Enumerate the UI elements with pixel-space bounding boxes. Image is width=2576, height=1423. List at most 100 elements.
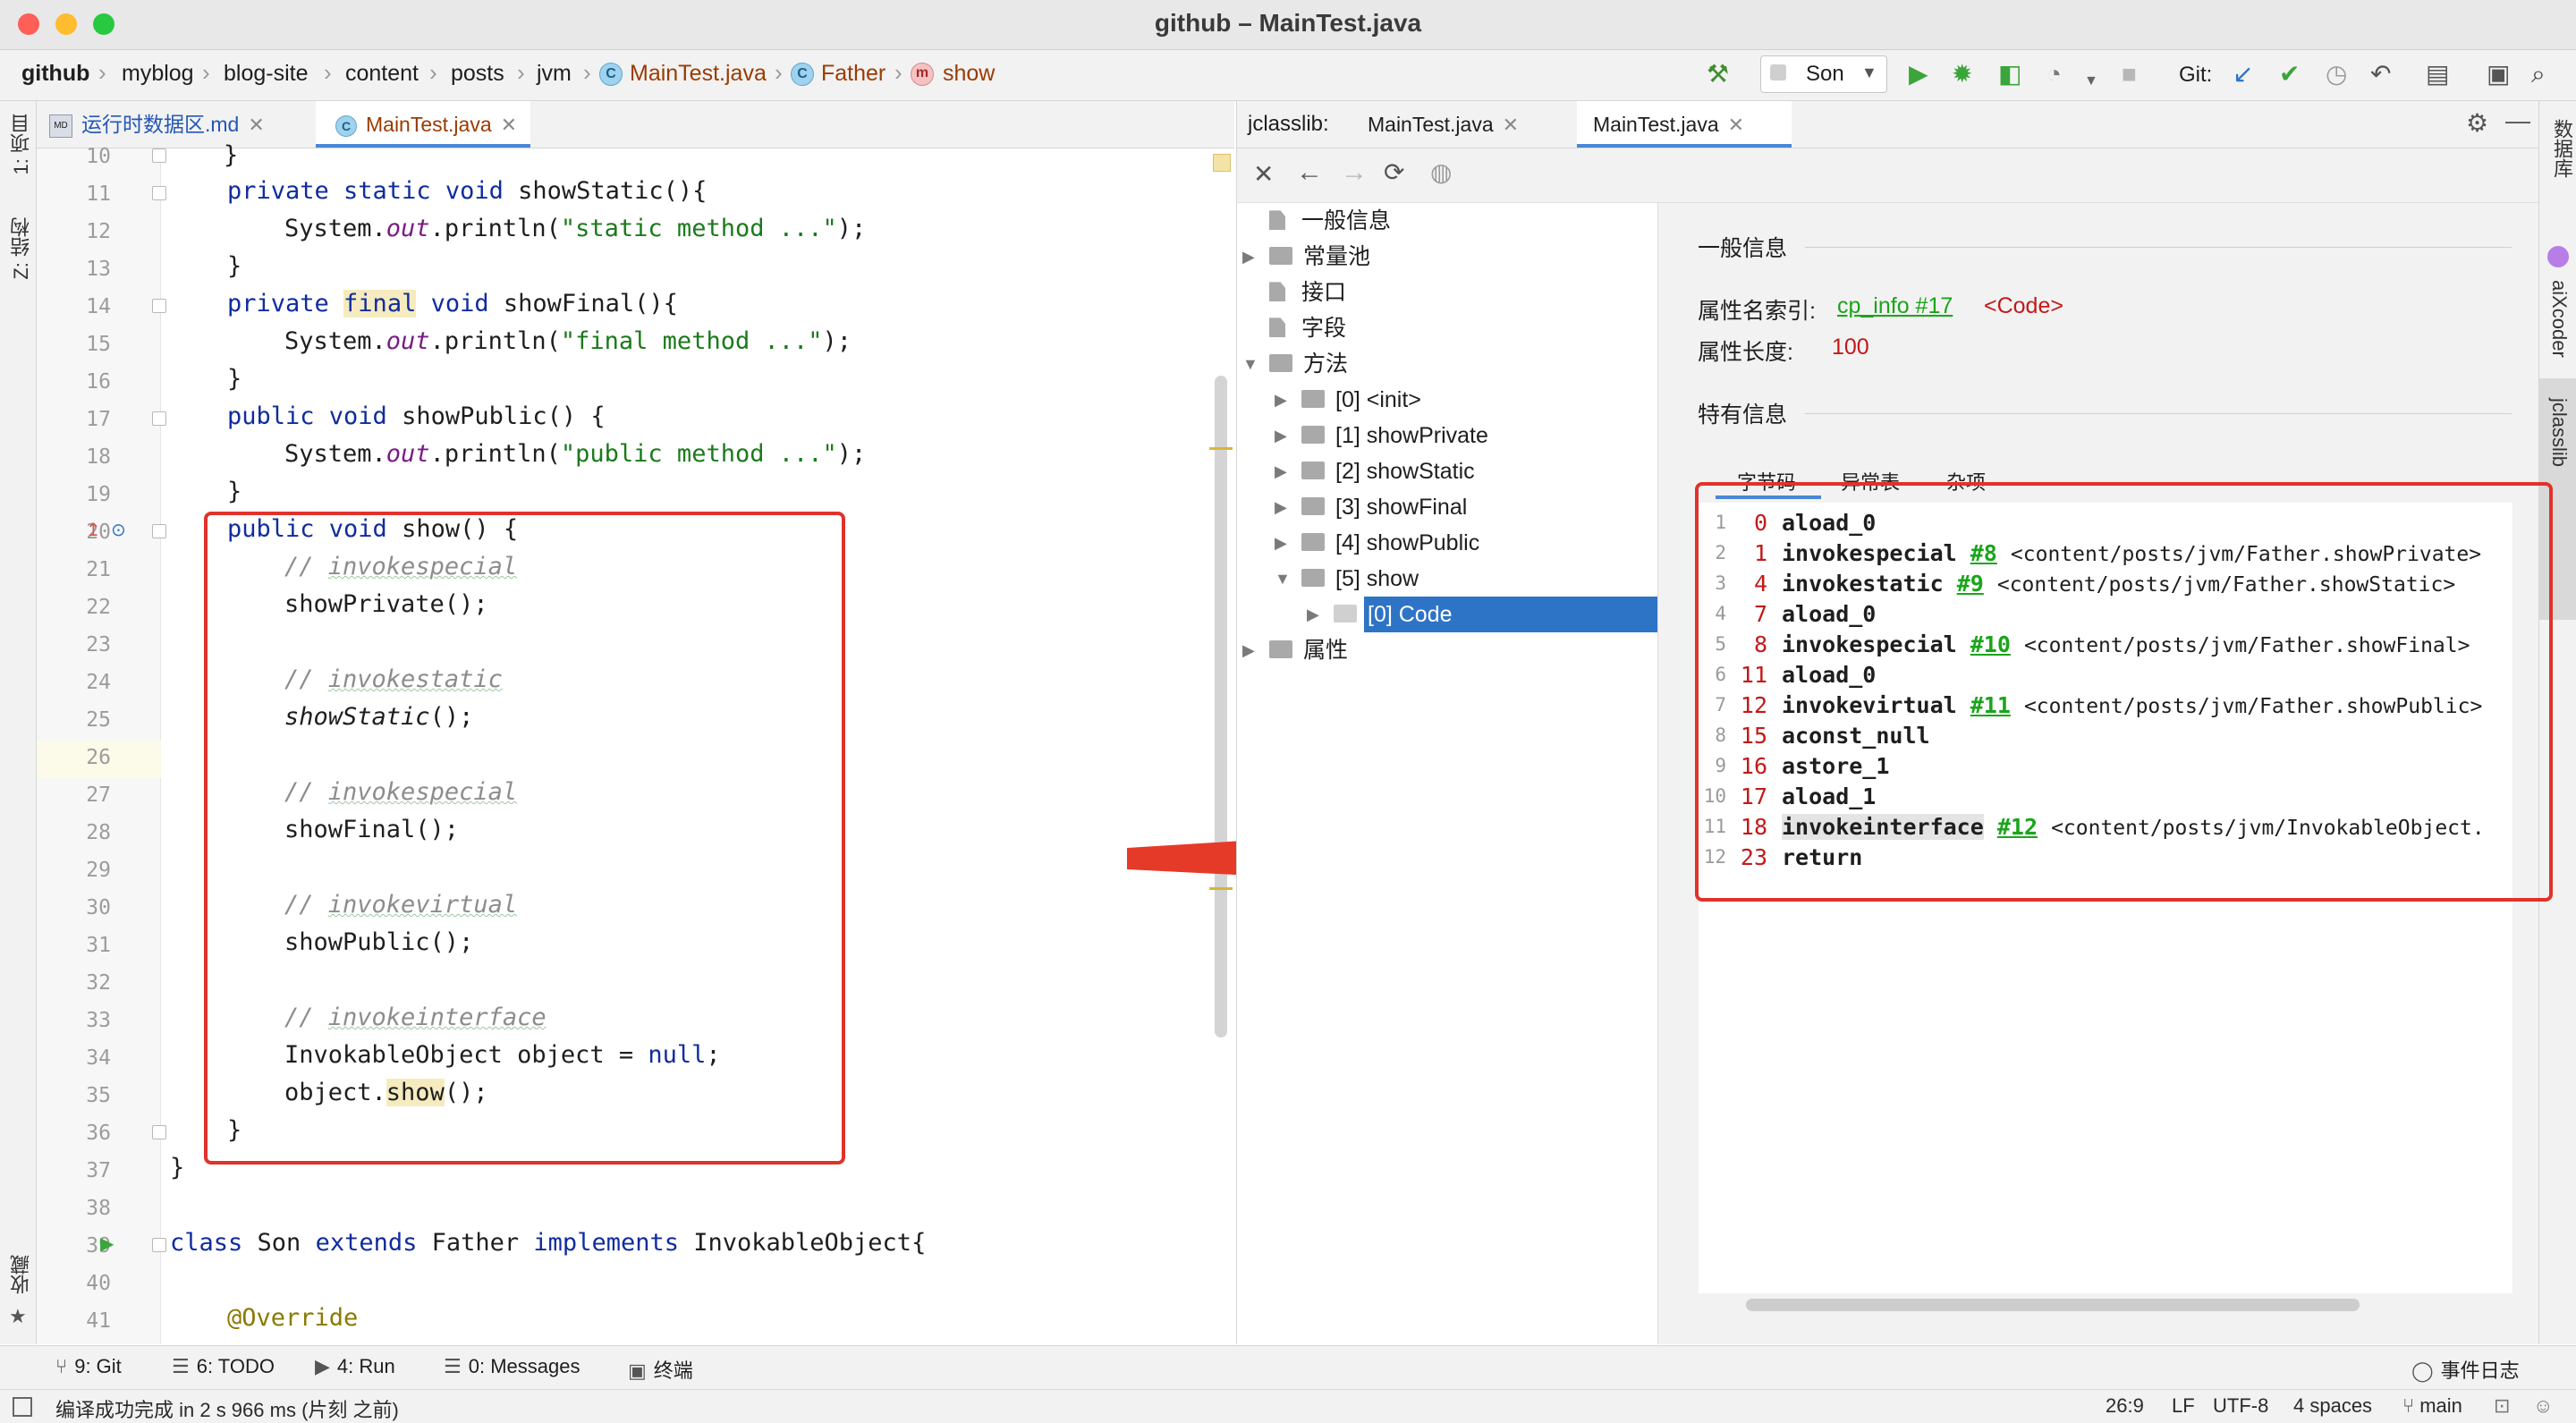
breadcrumb-myblog[interactable]: myblog bbox=[122, 61, 194, 87]
profile-icon[interactable]: ◔ bbox=[2046, 61, 2062, 88]
breadcrumb-jvm[interactable]: jvm bbox=[537, 61, 572, 87]
run-gutter-icon[interactable]: ▶ bbox=[100, 1232, 114, 1255]
tree-node-interfaces[interactable]: 接口 bbox=[1269, 275, 1346, 310]
rollback-icon[interactable]: ↶ bbox=[2370, 61, 2391, 88]
tree-node-method-showpublic[interactable]: ▶ [4] showPublic bbox=[1275, 525, 1479, 561]
breadcrumb-maintest[interactable]: MainTest.java bbox=[630, 61, 767, 87]
tab-maintest-java[interactable]: C MainTest.java ✕ bbox=[316, 101, 530, 148]
file-encoding[interactable]: UTF-8 bbox=[2213, 1394, 2268, 1418]
database-tool-button[interactable]: 数据库 bbox=[2547, 119, 2576, 178]
stop-icon[interactable]: ■ bbox=[2122, 61, 2137, 88]
git-commit-icon[interactable]: ✔ bbox=[2279, 61, 2300, 88]
assistant-icon[interactable]: ☺ bbox=[2533, 1394, 2553, 1418]
attr-name-index-link[interactable]: cp_info #17 bbox=[1837, 293, 1953, 319]
chevron-down-icon[interactable]: ▼ bbox=[1242, 346, 1258, 382]
chevron-down-icon[interactable]: ▼ bbox=[2084, 68, 2098, 95]
messages-tool-button[interactable]: ☰ 0: Messages bbox=[444, 1355, 580, 1378]
tree-node-code[interactable]: ▶ [0] Code bbox=[1307, 597, 1453, 632]
fold-icon[interactable] bbox=[152, 1125, 166, 1139]
fold-icon[interactable] bbox=[152, 186, 166, 200]
git-branch[interactable]: ⑂ main bbox=[2402, 1394, 2462, 1418]
project-structure-icon[interactable]: ▤ bbox=[2426, 61, 2449, 88]
tab-jclasslib-maintest-2[interactable]: MainTest.java ✕ bbox=[1577, 101, 1792, 148]
terminal-panel-icon[interactable]: ▣ bbox=[2487, 61, 2510, 88]
fold-icon[interactable] bbox=[152, 524, 166, 538]
run-tool-button[interactable]: ▶ 4: Run bbox=[315, 1355, 395, 1378]
gear-icon[interactable]: ⚙ bbox=[2466, 108, 2488, 138]
breadcrumb-github[interactable]: github bbox=[21, 61, 89, 87]
terminal-tool-button[interactable]: ▣ 终端 bbox=[628, 1355, 693, 1384]
override-marker-icon[interactable]: ↥ bbox=[86, 519, 101, 541]
tab-jclasslib-maintest-1[interactable]: MainTest.java ✕ bbox=[1368, 101, 1564, 148]
favorites-tool-button[interactable]: 收藏 bbox=[7, 1255, 36, 1294]
line-separator[interactable]: LF bbox=[2172, 1394, 2195, 1418]
implemented-marker-icon[interactable]: ⊙ bbox=[111, 519, 126, 541]
close-icon[interactable]: ✕ bbox=[248, 114, 264, 136]
project-tool-button[interactable]: 1: 项目 bbox=[7, 114, 36, 174]
layout-toggle-icon[interactable] bbox=[13, 1397, 32, 1417]
lock-icon[interactable]: ⊡ bbox=[2494, 1394, 2510, 1418]
back-icon[interactable]: ← bbox=[1296, 157, 1323, 188]
line-number: 21 bbox=[86, 558, 111, 581]
search-icon[interactable]: ⌕ bbox=[2531, 61, 2546, 88]
run-config-dropdown[interactable]: Son ▼ bbox=[1760, 55, 1887, 93]
bytecode-horizontal-scrollbar[interactable] bbox=[1746, 1299, 2360, 1311]
chevron-down-icon[interactable]: ▼ bbox=[1275, 561, 1291, 597]
chevron-right-icon: › bbox=[583, 59, 591, 86]
tree-node-attributes[interactable]: ▶ 属性 bbox=[1242, 632, 1348, 668]
tree-node-fields[interactable]: 字段 bbox=[1269, 310, 1346, 346]
tree-node-constant-pool[interactable]: ▶ 常量池 bbox=[1242, 239, 1370, 275]
build-hammer-icon[interactable]: ⚒ bbox=[1707, 61, 1729, 88]
breadcrumb-content[interactable]: content bbox=[345, 61, 419, 87]
status-message[interactable]: 编译成功完成 in 2 s 966 ms (片刻 之前) bbox=[55, 1394, 399, 1423]
close-icon[interactable]: ✕ bbox=[1728, 114, 1744, 136]
jclasslib-tool-button[interactable]: jclasslib bbox=[2547, 398, 2571, 467]
todo-tool-button[interactable]: ☰ 6: TODO bbox=[172, 1355, 275, 1378]
forward-icon[interactable]: → bbox=[1341, 157, 1368, 188]
inspection-status-icon[interactable] bbox=[1213, 154, 1231, 172]
chevron-right-icon[interactable]: ▶ bbox=[1275, 418, 1287, 453]
debug-icon[interactable]: ✹ bbox=[1952, 61, 1972, 88]
hide-panel-icon[interactable]: — bbox=[2505, 106, 2530, 135]
breadcrumb-father[interactable]: Father bbox=[821, 61, 886, 87]
tree-node-method-showprivate[interactable]: ▶ [1] showPrivate bbox=[1275, 418, 1488, 453]
history-icon[interactable]: ◷ bbox=[2326, 61, 2347, 88]
close-icon[interactable]: ✕ bbox=[1253, 159, 1274, 189]
tree-node-method-init[interactable]: ▶ [0] <init> bbox=[1275, 382, 1421, 418]
tree-node-method-show[interactable]: ▼ [5] show bbox=[1275, 561, 1419, 597]
tree-node-method-showfinal[interactable]: ▶ [3] showFinal bbox=[1275, 489, 1467, 525]
close-icon[interactable]: ✕ bbox=[501, 114, 517, 136]
fold-icon[interactable] bbox=[152, 299, 166, 313]
chevron-right-icon[interactable]: ▶ bbox=[1242, 239, 1255, 275]
breadcrumb-blog-site[interactable]: blog-site bbox=[224, 61, 309, 87]
chevron-right-icon[interactable]: ▶ bbox=[1275, 525, 1287, 561]
refresh-icon[interactable]: ⟳ bbox=[1384, 157, 1404, 187]
close-icon[interactable]: ✕ bbox=[1503, 114, 1519, 136]
chevron-right-icon[interactable]: ▶ bbox=[1275, 453, 1287, 489]
chevron-right-icon[interactable]: ▶ bbox=[1242, 632, 1255, 668]
git-update-icon[interactable]: ↙ bbox=[2233, 61, 2253, 88]
tree-node-general[interactable]: 一般信息 bbox=[1269, 203, 1391, 239]
fold-icon[interactable] bbox=[152, 411, 166, 426]
fold-icon[interactable] bbox=[152, 148, 166, 163]
tree-node-methods[interactable]: ▼ 方法 bbox=[1242, 346, 1348, 382]
web-icon[interactable]: ◍ bbox=[1430, 157, 1452, 187]
fold-icon[interactable] bbox=[152, 1238, 166, 1252]
cursor-position[interactable]: 26:9 bbox=[2106, 1394, 2144, 1418]
chevron-right-icon[interactable]: ▶ bbox=[1307, 597, 1319, 632]
indent-setting[interactable]: 4 spaces bbox=[2293, 1394, 2372, 1418]
structure-tool-button[interactable]: Z: 结构 bbox=[7, 217, 36, 280]
breadcrumb-posts[interactable]: posts bbox=[451, 61, 504, 87]
chevron-right-icon[interactable]: ▶ bbox=[1275, 382, 1287, 418]
tree-node-method-showstatic[interactable]: ▶ [2] showStatic bbox=[1275, 453, 1475, 489]
folder-icon bbox=[1269, 247, 1292, 266]
chevron-right-icon[interactable]: ▶ bbox=[1275, 489, 1287, 525]
coverage-icon[interactable]: ◧ bbox=[1998, 61, 2021, 88]
breadcrumb-show[interactable]: show bbox=[943, 61, 995, 87]
run-icon[interactable]: ▶ bbox=[1909, 61, 1928, 88]
editor-scrollbar[interactable] bbox=[1215, 376, 1227, 1038]
tab-runtime-data-md[interactable]: MD 运行时数据区.md ✕ bbox=[49, 101, 309, 148]
git-tool-button[interactable]: ⑂ 9: Git bbox=[55, 1355, 122, 1378]
event-log-button[interactable]: ◯ 事件日志 bbox=[2411, 1355, 2520, 1384]
aixcoder-tool-button[interactable]: aiXcoder bbox=[2547, 280, 2571, 358]
